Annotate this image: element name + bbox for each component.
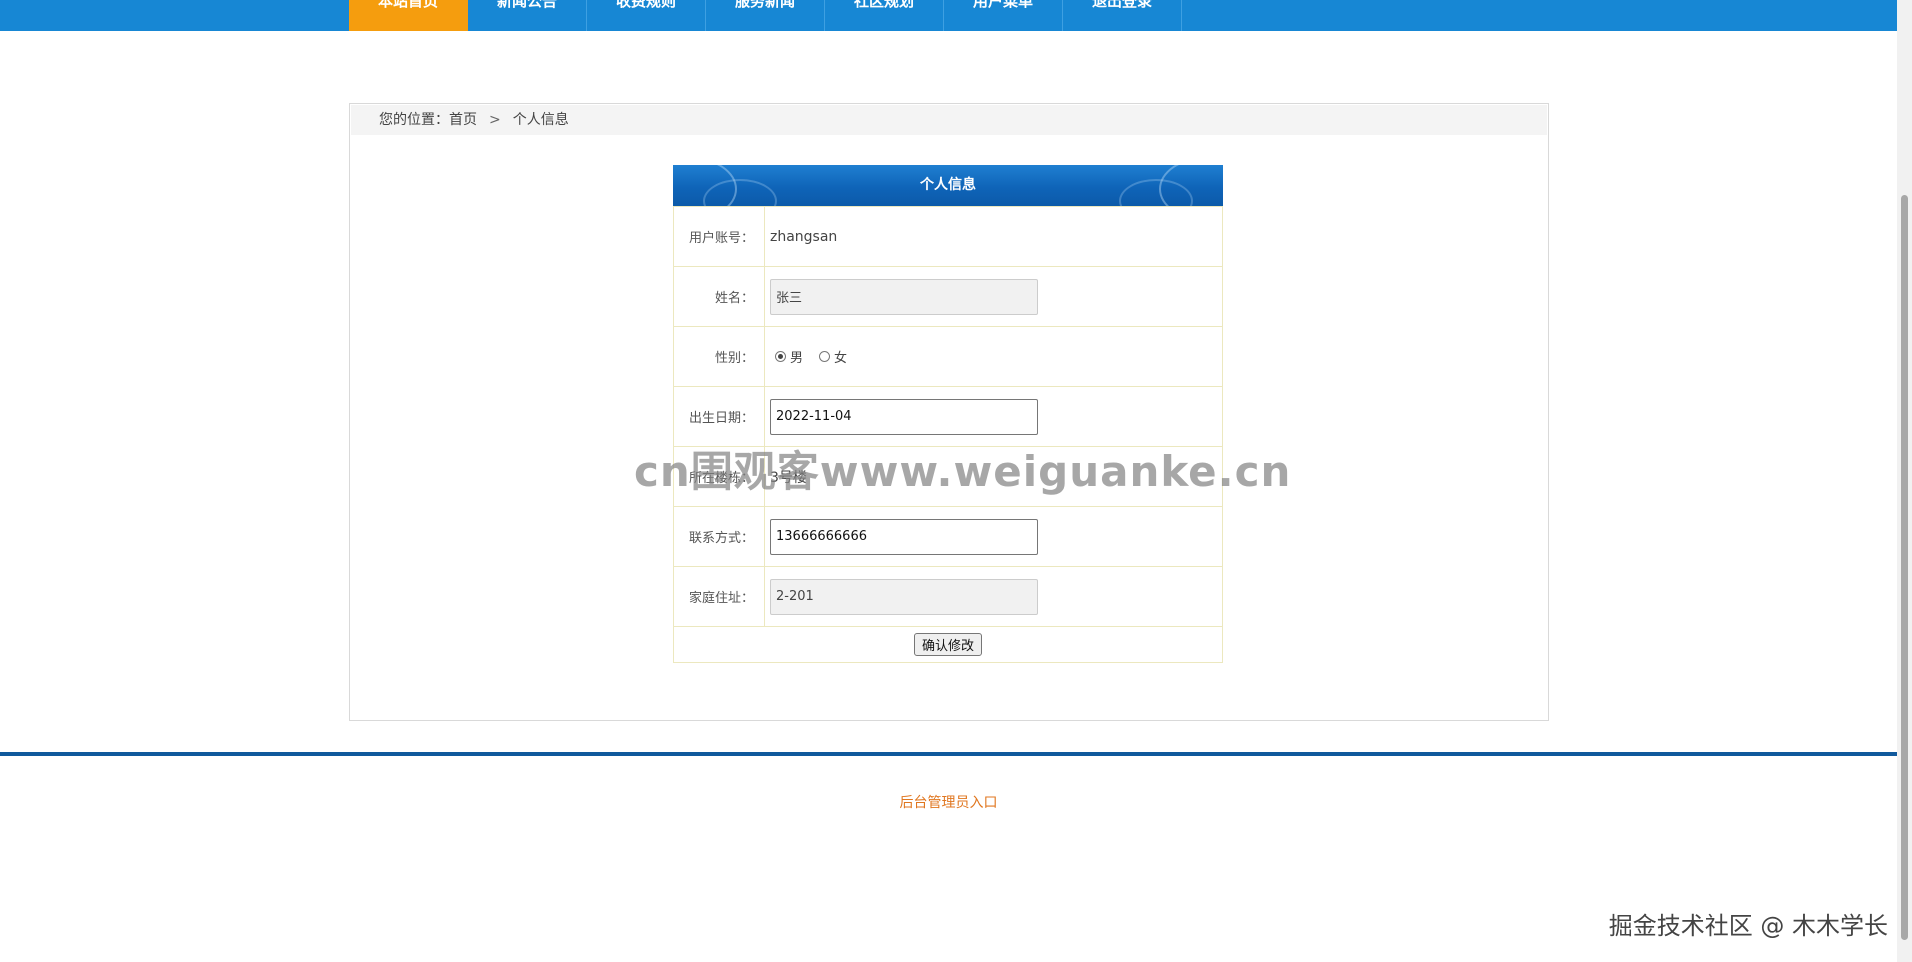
name-label: 姓名： (673, 266, 765, 327)
gender-radio-group: 男 女 (770, 347, 1222, 366)
breadcrumb: 您的位置：首页 > 个人信息 (351, 105, 1547, 135)
birth-date-field[interactable] (770, 398, 1038, 435)
form-table: 用户账号： zhangsan 姓名： 性别： 男 (673, 206, 1223, 663)
form-row-birth: 出生日期： (673, 386, 1223, 447)
main-nav: 本站首页 新闻公告 收费规则 服务新闻 社区规划 用户菜单 退出登录 (349, 0, 1182, 31)
gender-female-label: 女 (834, 351, 848, 366)
gender-male-label: 男 (790, 351, 804, 366)
form-title: 个人信息 (920, 177, 976, 193)
top-nav-bar: 本站首页 新闻公告 收费规则 服务新闻 社区规划 用户菜单 退出登录 (0, 0, 1897, 31)
footer-divider (0, 752, 1897, 756)
gender-radio-female[interactable]: 女 (819, 347, 847, 366)
account-label: 用户账号： (673, 206, 765, 267)
name-field[interactable] (770, 278, 1038, 315)
confirm-modify-button[interactable]: 确认修改 (913, 633, 982, 656)
breadcrumb-home-link[interactable]: 首页 (449, 112, 477, 128)
breadcrumb-prefix: 您的位置： (379, 112, 449, 128)
building-value: 3号楼 (770, 469, 807, 486)
form-row-account: 用户账号： zhangsan (673, 206, 1223, 267)
nav-item-news[interactable]: 新闻公告 (468, 0, 587, 31)
phone-field[interactable] (770, 518, 1038, 555)
radio-checked-icon[interactable] (775, 351, 786, 362)
address-label: 家庭住址： (673, 566, 765, 627)
form-row-phone: 联系方式： (673, 506, 1223, 567)
nav-item-fee-rules[interactable]: 收费规则 (587, 0, 706, 31)
account-value: zhangsan (770, 228, 838, 245)
form-row-submit: 确认修改 (673, 626, 1223, 663)
personal-info-form: 个人信息 用户账号： zhangsan 姓名： 性别： 男 (673, 165, 1223, 670)
nav-item-service-news[interactable]: 服务新闻 (706, 0, 825, 31)
nav-item-home[interactable]: 本站首页 (349, 0, 468, 31)
gender-radio-male[interactable]: 男 (775, 347, 803, 366)
scrollbar-thumb[interactable] (1901, 195, 1908, 940)
address-field[interactable] (770, 578, 1038, 615)
nav-item-logout[interactable]: 退出登录 (1063, 0, 1182, 31)
nav-item-community-planning[interactable]: 社区规划 (825, 0, 944, 31)
admin-entry-link[interactable]: 后台管理员入口 (0, 792, 1897, 812)
vertical-scrollbar[interactable] (1897, 0, 1912, 962)
watermark-corner: 掘金技术社区 @ 木木学长 (1608, 912, 1888, 940)
nav-item-user-menu[interactable]: 用户菜单 (944, 0, 1063, 31)
gender-label: 性别： (673, 326, 765, 387)
form-row-address: 家庭住址： (673, 566, 1223, 627)
building-label: 所在楼栋： (673, 446, 765, 507)
phone-label: 联系方式： (673, 506, 765, 567)
birth-label: 出生日期： (673, 386, 765, 447)
form-row-building: 所在楼栋： 3号楼 (673, 446, 1223, 507)
breadcrumb-current: 个人信息 (512, 112, 569, 128)
form-header: 个人信息 (673, 165, 1223, 206)
radio-unchecked-icon[interactable] (819, 351, 831, 362)
page: 本站首页 新闻公告 收费规则 服务新闻 社区规划 用户菜单 退出登录 您的位置：… (0, 0, 1912, 962)
form-row-name: 姓名： (673, 266, 1223, 327)
breadcrumb-separator: > (489, 112, 501, 128)
form-row-gender: 性别： 男 女 (673, 326, 1223, 387)
